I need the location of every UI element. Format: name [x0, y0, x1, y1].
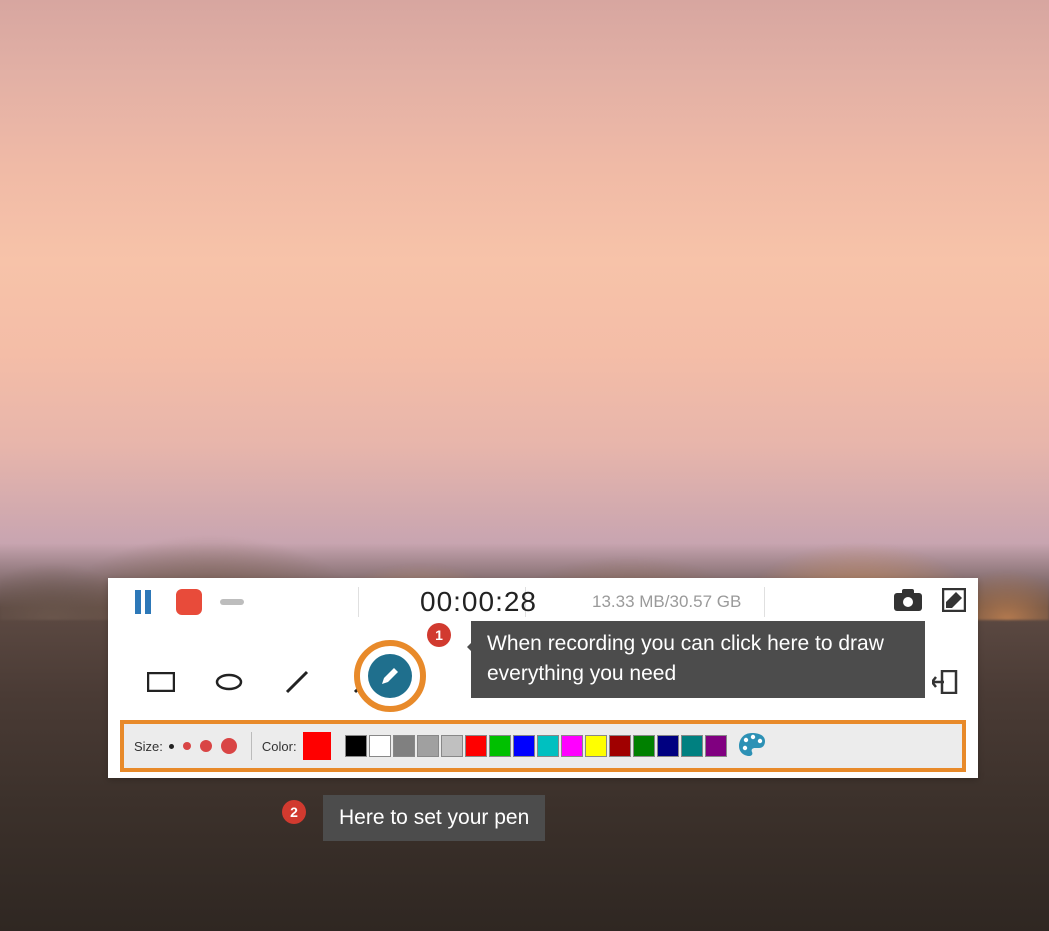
color-swatch[interactable] — [417, 735, 439, 757]
divider — [764, 587, 765, 617]
line-tool[interactable] — [280, 665, 314, 699]
palette-icon[interactable] — [737, 731, 767, 762]
annotation-tip-2: Here to set your pen — [323, 795, 545, 841]
size-lg[interactable] — [221, 738, 237, 754]
pause-button[interactable] — [126, 590, 160, 614]
color-swatch[interactable] — [705, 735, 727, 757]
color-swatches — [345, 735, 727, 757]
color-swatch[interactable] — [513, 735, 535, 757]
color-swatch[interactable] — [441, 735, 463, 757]
color-swatch[interactable] — [633, 735, 655, 757]
stop-button[interactable] — [172, 589, 206, 615]
color-swatch[interactable] — [465, 735, 487, 757]
edit-button[interactable] — [942, 588, 966, 617]
color-swatch[interactable] — [489, 735, 511, 757]
size-md[interactable] — [200, 740, 212, 752]
color-swatch[interactable] — [345, 735, 367, 757]
divider — [358, 587, 359, 617]
color-swatch[interactable] — [537, 735, 559, 757]
size-picker — [169, 738, 237, 754]
color-label: Color: — [262, 739, 297, 754]
recording-timer: 00:00:28 — [420, 586, 537, 618]
annotation-badge-2: 2 — [282, 800, 306, 824]
color-swatch[interactable] — [369, 735, 391, 757]
pen-tool-highlight — [354, 640, 426, 712]
camera-button[interactable] — [894, 589, 922, 616]
pen-options-bar: Size: Color: — [120, 720, 966, 772]
size-sm[interactable] — [183, 742, 191, 750]
divider — [251, 732, 252, 760]
pen-tool[interactable] — [368, 654, 412, 698]
recorder-controls-row: 00:00:28 13.33 MB/30.57 GB — [108, 578, 978, 626]
ellipse-tool[interactable] — [212, 665, 246, 699]
color-swatch[interactable] — [657, 735, 679, 757]
color-swatch[interactable] — [585, 735, 607, 757]
color-swatch[interactable] — [681, 735, 703, 757]
annotation-badge-1: 1 — [427, 623, 451, 647]
color-swatch[interactable] — [561, 735, 583, 757]
current-color-swatch[interactable] — [303, 732, 331, 760]
annotation-tip-1: When recording you can click here to dra… — [471, 621, 925, 698]
exit-tool[interactable] — [928, 665, 962, 699]
size-xs[interactable] — [169, 744, 174, 749]
storage-usage: 13.33 MB/30.57 GB — [592, 592, 741, 612]
minimize-button[interactable] — [220, 599, 244, 605]
rectangle-tool[interactable] — [144, 665, 178, 699]
color-swatch[interactable] — [609, 735, 631, 757]
color-swatch[interactable] — [393, 735, 415, 757]
size-label: Size: — [134, 739, 163, 754]
